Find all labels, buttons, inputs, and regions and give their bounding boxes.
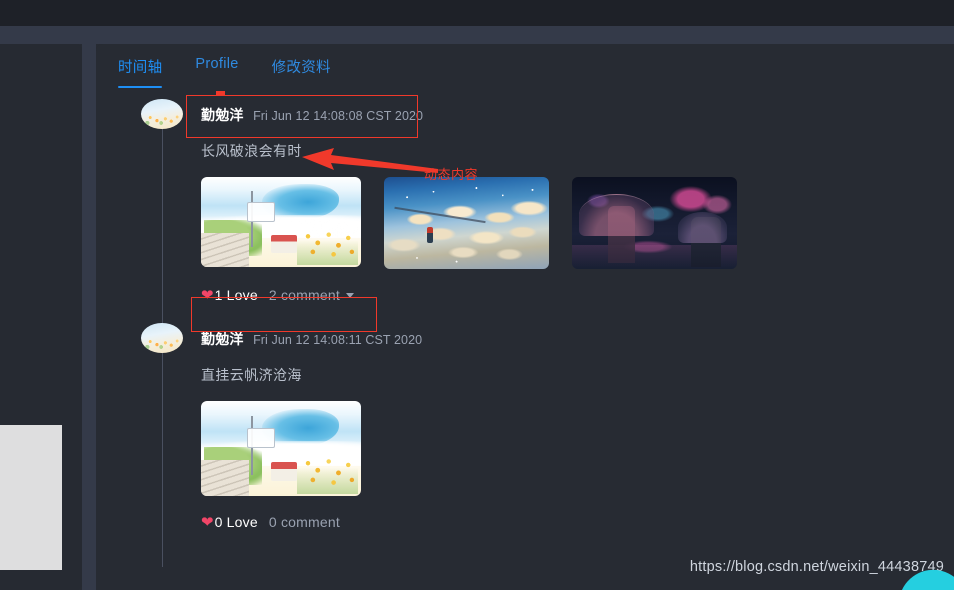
- post-text: 长风破浪会有时: [201, 143, 302, 159]
- post-timestamp: Fri Jun 12 14:08:08 CST 2020: [253, 109, 424, 123]
- post-image-cyberpunk-umbrella[interactable]: [572, 177, 737, 269]
- browser-top-chrome: [0, 0, 954, 26]
- timeline-feed: 勤勉洋 Fri Jun 12 14:08:08 CST 2020 长风破浪会有时: [96, 99, 954, 567]
- tab-active-underline: [118, 86, 163, 88]
- tab-underline-inactive: [195, 81, 238, 83]
- love-count[interactable]: 0 Love: [215, 514, 258, 530]
- post-username[interactable]: 勤勉洋: [201, 331, 244, 347]
- post-image-row: [201, 401, 954, 496]
- timeline-post: 勤勉洋 Fri Jun 12 14:08:11 CST 2020 直挂云帆济沧海: [96, 323, 954, 530]
- heart-icon[interactable]: ❤: [201, 515, 214, 530]
- avatar-image: [141, 323, 183, 353]
- avatar-image: [141, 99, 183, 129]
- tab-edit-profile[interactable]: 修改资料: [272, 47, 331, 98]
- post-username[interactable]: 勤勉洋: [201, 107, 244, 123]
- main-content-panel: 时间轴 Profile 修改资料 勤勉洋 Fri Jun 12 14:08:08…: [96, 44, 954, 590]
- image-content: [201, 177, 361, 267]
- post-image-anime-cloud-sea[interactable]: [384, 177, 549, 269]
- post-image-watercolor-garden[interactable]: [201, 401, 361, 496]
- post-actions: ❤ 0 Love 0 comment: [201, 514, 954, 530]
- profile-tabs: 时间轴 Profile 修改资料: [118, 47, 364, 88]
- post-image-row: [201, 177, 954, 269]
- tab-edit-profile-label: 修改资料: [271, 60, 331, 76]
- browser-sub-chrome: [0, 26, 954, 44]
- tab-timeline-label: 时间轴: [118, 60, 163, 76]
- post-byline: 勤勉洋 Fri Jun 12 14:08:11 CST 2020: [201, 329, 422, 349]
- post-text: 直挂云帆济沧海: [201, 367, 302, 383]
- image-content: [384, 177, 549, 269]
- post-body: 长风破浪会有时 ❤ 1 Love 2 comment: [96, 139, 954, 303]
- timeline-post: 勤勉洋 Fri Jun 12 14:08:08 CST 2020 长风破浪会有时: [96, 99, 954, 303]
- comment-count[interactable]: 0 comment: [269, 514, 340, 530]
- post-timestamp: Fri Jun 12 14:08:11 CST 2020: [253, 333, 423, 347]
- image-content: [572, 177, 737, 269]
- app-root: 时间轴 Profile 修改资料 勤勉洋 Fri Jun 12 14:08:08…: [0, 0, 954, 590]
- post-image-watercolor-garden[interactable]: [201, 177, 361, 267]
- chevron-down-icon[interactable]: [345, 292, 354, 298]
- post-header: 勤勉洋 Fri Jun 12 14:08:08 CST 2020: [96, 99, 954, 139]
- avatar[interactable]: [141, 99, 183, 129]
- tab-timeline[interactable]: 时间轴: [118, 47, 163, 98]
- tab-profile[interactable]: Profile: [195, 47, 238, 93]
- love-count[interactable]: 1 Love: [215, 287, 258, 303]
- page-gutter: [82, 44, 96, 590]
- post-body: 直挂云帆济沧海 ❤ 0 Love 0 comment: [96, 363, 954, 530]
- image-content: [201, 401, 361, 496]
- post-byline: 勤勉洋 Fri Jun 12 14:08:08 CST 2020: [201, 105, 423, 125]
- post-header: 勤勉洋 Fri Jun 12 14:08:11 CST 2020: [96, 323, 954, 363]
- watermark-url: https://blog.csdn.net/weixin_44438749: [689, 559, 944, 575]
- tab-underline-inactive: [272, 86, 331, 88]
- tab-profile-label: Profile: [195, 56, 239, 72]
- left-panel-white-card: [0, 425, 62, 570]
- comment-count[interactable]: 2 comment: [269, 287, 340, 303]
- avatar[interactable]: [141, 323, 183, 353]
- post-actions: ❤ 1 Love 2 comment: [201, 287, 954, 303]
- heart-icon[interactable]: ❤: [201, 288, 214, 303]
